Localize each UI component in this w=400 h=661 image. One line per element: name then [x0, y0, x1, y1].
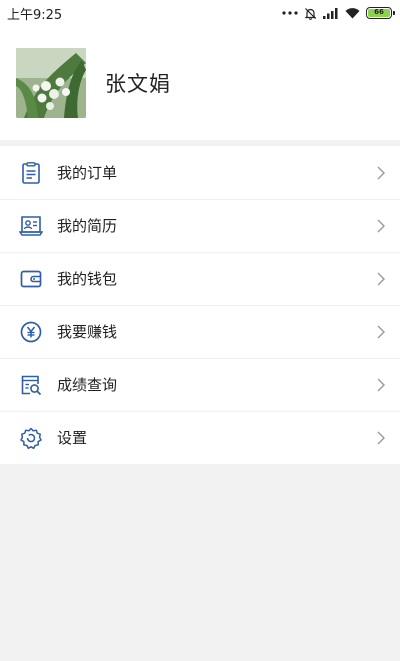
menu-item-label: 成绩查询	[57, 376, 118, 394]
menu-item-label: 我的简历	[57, 217, 118, 235]
menu-item-my-orders[interactable]: 我的订单	[0, 146, 400, 199]
chevron-right-icon	[377, 219, 385, 233]
chevron-right-icon	[377, 272, 385, 286]
menu-item-label: 设置	[57, 429, 88, 447]
menu-item-label: 我的订单	[57, 164, 118, 182]
menu-item-my-resume[interactable]: 我的简历	[0, 199, 400, 252]
settings-gear-icon	[18, 425, 44, 451]
battery-icon: 66	[366, 7, 395, 19]
chevron-right-icon	[377, 166, 385, 180]
wifi-icon	[345, 7, 360, 19]
signal-icon	[323, 7, 339, 19]
my-profile-screen: 上午9:25 66 张文娟 我的订单 我的简历 我的钱包 我要赚钱 成绩查询 设…	[0, 0, 400, 661]
menu-item-score-query[interactable]: 成绩查询	[0, 358, 400, 411]
score-search-icon	[18, 372, 44, 398]
resume-icon	[18, 213, 44, 239]
menu-item-label: 我的钱包	[57, 270, 118, 288]
chevron-right-icon	[377, 378, 385, 392]
menu-item-settings[interactable]: 设置	[0, 411, 400, 464]
yuan-coin-icon	[18, 319, 44, 345]
user-name: 张文娟	[105, 72, 171, 96]
mute-bell-icon	[304, 7, 317, 20]
profile-menu: 我的订单 我的简历 我的钱包 我要赚钱 成绩查询 设置	[0, 146, 400, 464]
order-list-icon	[18, 160, 44, 186]
status-bar: 上午9:25 66	[0, 0, 400, 26]
avatar[interactable]	[16, 48, 86, 118]
wallet-icon	[18, 266, 44, 292]
battery-level: 66	[368, 9, 390, 17]
status-time: 上午9:25	[7, 7, 63, 23]
menu-item-my-wallet[interactable]: 我的钱包	[0, 252, 400, 305]
menu-item-label: 我要赚钱	[57, 323, 118, 341]
chevron-right-icon	[377, 431, 385, 445]
status-icons: 66	[282, 0, 395, 26]
menu-item-earn-money[interactable]: 我要赚钱	[0, 305, 400, 358]
more-dots-icon	[282, 10, 298, 16]
profile-header[interactable]: 张文娟	[0, 26, 400, 140]
chevron-right-icon	[377, 325, 385, 339]
